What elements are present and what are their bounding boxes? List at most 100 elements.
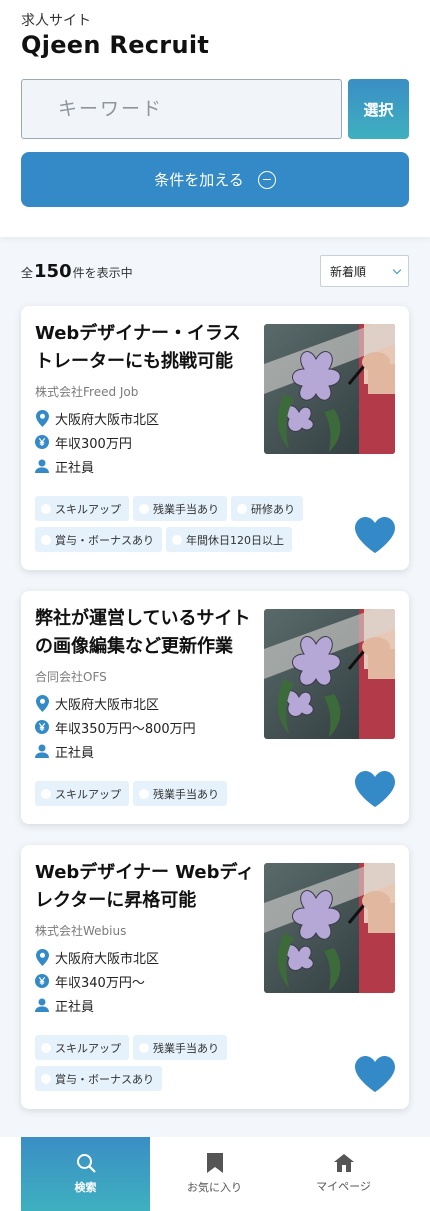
result-count: 全 150 件を表示中 bbox=[21, 261, 133, 282]
nav-favorites-label: お気に入り bbox=[187, 1181, 242, 1194]
tag[interactable]: スキルアップ bbox=[35, 1035, 129, 1060]
dot-icon bbox=[172, 534, 182, 545]
favorite-heart-icon[interactable] bbox=[355, 771, 395, 807]
site-subtitle: 求人サイト bbox=[21, 13, 91, 29]
dot-icon bbox=[41, 788, 51, 799]
employment-row: 正社員 bbox=[35, 454, 257, 478]
location-pin-icon bbox=[35, 694, 49, 712]
tag-list: スキルアップ 残業手当あり 研修あり 賞与・ボーナスあり 年間休日120日以上 bbox=[35, 496, 335, 570]
tag[interactable]: 年間休日120日以上 bbox=[166, 527, 292, 552]
chevron-down-icon bbox=[392, 265, 402, 274]
job-title[interactable]: Webデザイナー Webディレクターに昇格可能 bbox=[35, 859, 257, 915]
location-text: 大阪府大阪市北区 bbox=[55, 412, 160, 428]
person-icon bbox=[35, 743, 49, 759]
location-row: 大阪府大阪市北区 bbox=[35, 691, 257, 715]
result-bar: 全 150 件を表示中 新着順 bbox=[0, 255, 430, 287]
search-icon bbox=[76, 1154, 96, 1173]
person-icon bbox=[35, 458, 49, 474]
tag-label: スキルアップ bbox=[55, 787, 121, 801]
tag-label: 賞与・ボーナスあり bbox=[55, 533, 154, 547]
tag[interactable]: 残業手当あり bbox=[133, 496, 227, 521]
employment-row: 正社員 bbox=[35, 739, 257, 763]
tag[interactable]: スキルアップ bbox=[35, 496, 129, 521]
location-pin-icon bbox=[35, 409, 49, 427]
job-list: Webデザイナー・イラストレーターにも挑戦可能 株式会社Freed Job 大阪… bbox=[0, 306, 430, 1109]
dot-icon bbox=[237, 503, 247, 514]
location-text: 大阪府大阪市北区 bbox=[55, 697, 160, 713]
tag-label: 残業手当あり bbox=[153, 502, 219, 516]
dot-icon bbox=[41, 534, 51, 545]
nav-favorites[interactable]: お気に入り bbox=[150, 1137, 279, 1211]
tag[interactable]: 賞与・ボーナスあり bbox=[35, 1066, 162, 1091]
location-pin-icon bbox=[35, 948, 49, 966]
keyword-search-input[interactable] bbox=[21, 79, 342, 139]
tag-list: スキルアップ 残業手当あり bbox=[35, 781, 335, 824]
tag[interactable]: 残業手当あり bbox=[133, 781, 227, 806]
salary-row: 年収300万円 bbox=[35, 430, 257, 454]
minus-circle-icon bbox=[257, 170, 276, 189]
home-icon bbox=[333, 1154, 354, 1172]
job-title[interactable]: 弊社が運営しているサイトの画像編集など更新作業 bbox=[35, 605, 257, 661]
yen-icon bbox=[35, 719, 49, 735]
bottom-nav: 検索 お気に入り マイページ bbox=[0, 1137, 430, 1211]
tag-label: 残業手当あり bbox=[153, 1041, 219, 1055]
bookmark-icon bbox=[206, 1153, 223, 1173]
job-card[interactable]: 弊社が運営しているサイトの画像編集など更新作業 合同会社OFS 大阪府大阪市北区… bbox=[21, 591, 409, 824]
add-conditions-label: 条件を加える bbox=[154, 171, 244, 189]
company-name: 株式会社Webius bbox=[35, 924, 127, 938]
result-count-prefix: 全 bbox=[21, 265, 34, 280]
location-row: 大阪府大阪市北区 bbox=[35, 406, 257, 430]
salary-text: 年収300万円 bbox=[55, 436, 132, 452]
dot-icon bbox=[139, 503, 149, 514]
tag-label: 年間休日120日以上 bbox=[186, 533, 284, 547]
tag[interactable]: 研修あり bbox=[231, 496, 303, 521]
tag-label: 賞与・ボーナスあり bbox=[55, 1072, 154, 1086]
dot-icon bbox=[41, 1042, 51, 1053]
nav-search-label: 検索 bbox=[74, 1181, 97, 1194]
tag-label: 研修あり bbox=[251, 502, 295, 516]
tag-label: 残業手当あり bbox=[153, 787, 219, 801]
tag-label: スキルアップ bbox=[55, 502, 121, 516]
yen-icon bbox=[35, 434, 49, 450]
person-icon bbox=[35, 997, 49, 1013]
select-button[interactable]: 選択 bbox=[348, 79, 409, 139]
job-thumbnail-image[interactable] bbox=[264, 863, 395, 993]
job-card[interactable]: Webデザイナー・イラストレーターにも挑戦可能 株式会社Freed Job 大阪… bbox=[21, 306, 409, 570]
sort-selected-value: 新着順 bbox=[330, 264, 367, 279]
header: 求人サイト Qjeen Recruit 選択 条件を加える bbox=[0, 0, 430, 237]
dot-icon bbox=[139, 788, 149, 799]
salary-row: 年収340万円〜 bbox=[35, 969, 257, 993]
location-row: 大阪府大阪市北区 bbox=[35, 945, 257, 969]
add-conditions-button[interactable]: 条件を加える bbox=[21, 152, 409, 207]
dot-icon bbox=[41, 1073, 51, 1084]
salary-row: 年収350万円〜800万円 bbox=[35, 715, 257, 739]
result-count-suffix: 件を表示中 bbox=[72, 265, 133, 280]
favorite-heart-icon[interactable] bbox=[355, 1056, 395, 1092]
dot-icon bbox=[41, 503, 51, 514]
tag[interactable]: スキルアップ bbox=[35, 781, 129, 806]
job-card[interactable]: Webデザイナー Webディレクターに昇格可能 株式会社Webius 大阪府大阪… bbox=[21, 845, 409, 1109]
employment-text: 正社員 bbox=[55, 460, 95, 476]
favorite-heart-icon[interactable] bbox=[355, 517, 395, 553]
job-title[interactable]: Webデザイナー・イラストレーターにも挑戦可能 bbox=[35, 320, 257, 376]
nav-mypage-label: マイページ bbox=[316, 1180, 371, 1193]
company-name: 株式会社Freed Job bbox=[35, 385, 139, 399]
salary-text: 年収350万円〜800万円 bbox=[55, 721, 196, 737]
job-thumbnail-image[interactable] bbox=[264, 609, 395, 739]
site-title[interactable]: Qjeen Recruit bbox=[21, 30, 409, 60]
job-thumbnail-image[interactable] bbox=[264, 324, 395, 454]
employment-row: 正社員 bbox=[35, 993, 257, 1017]
tag[interactable]: 賞与・ボーナスあり bbox=[35, 527, 162, 552]
tag-label: スキルアップ bbox=[55, 1041, 121, 1055]
sort-select[interactable]: 新着順 bbox=[320, 255, 409, 287]
search-row: 選択 bbox=[21, 79, 409, 139]
tag[interactable]: 残業手当あり bbox=[133, 1035, 227, 1060]
result-count-number: 150 bbox=[34, 260, 72, 282]
tag-list: スキルアップ 残業手当あり 賞与・ボーナスあり bbox=[35, 1035, 335, 1109]
salary-text: 年収340万円〜 bbox=[55, 975, 145, 991]
dot-icon bbox=[139, 1042, 149, 1053]
nav-mypage[interactable]: マイページ bbox=[279, 1137, 408, 1211]
employment-text: 正社員 bbox=[55, 999, 95, 1015]
employment-text: 正社員 bbox=[55, 745, 95, 761]
nav-search[interactable]: 検索 bbox=[21, 1137, 150, 1211]
